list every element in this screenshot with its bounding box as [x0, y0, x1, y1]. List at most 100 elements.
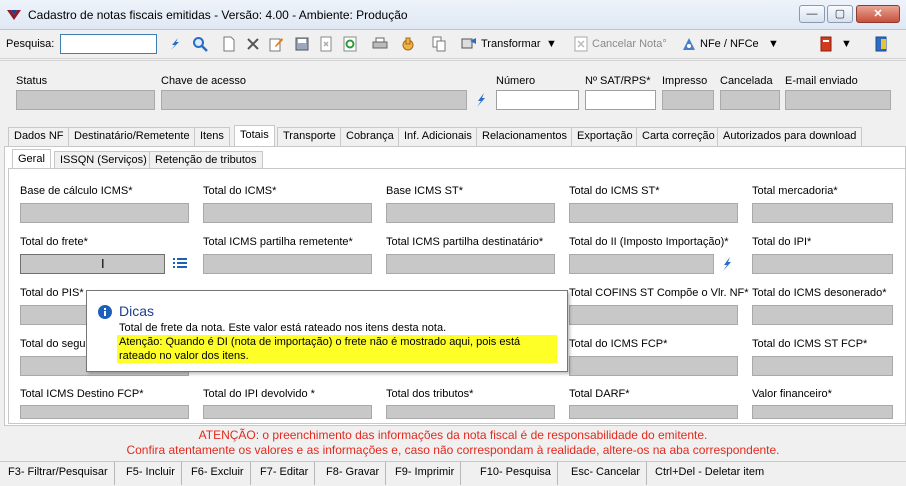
tab-totais[interactable]: Totais	[234, 125, 275, 146]
numero-label: Número	[496, 75, 536, 87]
flash-lookup-icon[interactable]	[474, 92, 488, 111]
total-cofins-st-field[interactable]	[569, 305, 738, 325]
total-cofins-st-label: Total COFINS ST Compõe o Vlr. NF*	[569, 287, 749, 299]
header-section: Status Chave de acesso Número Nº SAT/RPS…	[0, 60, 906, 124]
nfe-nfce-button[interactable]: NFe / NFCe	[700, 38, 759, 50]
total-icms-partilha-remetente-field[interactable]	[203, 254, 372, 274]
tab-transporte[interactable]: Transporte	[277, 127, 342, 146]
magnifier-icon[interactable]	[192, 36, 208, 52]
edit-pencil-icon[interactable]	[268, 36, 284, 52]
search-input[interactable]	[60, 34, 157, 54]
search-label: Pesquisa:	[6, 38, 55, 50]
total-icms-st-fcp-field[interactable]	[752, 356, 893, 376]
tab-inf-adicionais[interactable]: Inf. Adicionais	[398, 127, 478, 146]
cancel-note-icon[interactable]	[573, 36, 589, 52]
tab-relacionamentos[interactable]: Relacionamentos	[476, 127, 573, 146]
warning-line1: ATENÇÃO: o preenchimento das informações…	[198, 428, 708, 442]
tab-itens[interactable]: Itens	[194, 127, 230, 146]
tooltip: Dicas Total de frete da nota. Este valor…	[86, 290, 568, 372]
status-field[interactable]	[16, 90, 155, 110]
total-mercadoria-field[interactable]	[752, 203, 893, 223]
tab-carta-correcao[interactable]: Carta correção	[636, 127, 721, 146]
total-icms-destino-fcp-field[interactable]	[20, 405, 189, 419]
base-icms-st-label: Base ICMS ST*	[386, 185, 464, 197]
chevron-down-icon[interactable]: ▼	[841, 38, 852, 50]
transform-icon[interactable]	[461, 36, 477, 52]
sat-rps-field[interactable]	[585, 90, 656, 110]
impresso-field[interactable]	[662, 90, 714, 110]
sat-rps-label: Nº SAT/RPS*	[585, 75, 651, 87]
status-bar: F3- Filtrar/Pesquisar F5- Incluir F6- Ex…	[0, 461, 906, 486]
tab-cobranca[interactable]: Cobrança	[340, 127, 400, 146]
total-icms-st-field[interactable]	[569, 203, 738, 223]
responsibility-warning: ATENÇÃO: o preenchimento das informações…	[0, 428, 906, 458]
total-ipi-devolvido-field[interactable]	[203, 405, 372, 419]
tooltip-text: Total de frete da nota. Este valor está …	[119, 322, 447, 334]
email-enviado-label: E-mail enviado	[785, 75, 858, 87]
shortcut-ctrl-del: Ctrl+Del - Deletar item	[655, 466, 765, 478]
total-tributos-label: Total dos tributos*	[386, 388, 474, 400]
tooltip-warning: Atenção: Quando é DI (nota de importação…	[117, 335, 557, 363]
total-icms-partilha-destinatario-label: Total ICMS partilha destinatário*	[386, 236, 544, 248]
total-icms-partilha-remetente-label: Total ICMS partilha remetente*	[203, 236, 353, 248]
maximize-button[interactable]: ▢	[827, 5, 853, 23]
main-tab-row: Dados NF Destinatário/Remetente Itens To…	[0, 125, 906, 146]
total-icms-field[interactable]	[203, 203, 372, 223]
numero-field[interactable]	[496, 90, 579, 110]
exit-door-icon[interactable]	[874, 36, 890, 52]
tab-exportacao[interactable]: Exportação	[571, 127, 639, 146]
new-document-icon[interactable]	[221, 36, 237, 52]
list-icon[interactable]	[172, 256, 188, 273]
shortcut-f10: F10- Pesquisa	[474, 462, 558, 485]
total-icms-desonerado-label: Total do ICMS desonerado*	[752, 287, 887, 299]
total-ipi-devolvido-label: Total do IPI devolvido *	[203, 388, 315, 400]
text-cursor-icon: I	[101, 256, 105, 271]
print-icon[interactable]	[372, 36, 388, 52]
total-icms-destino-fcp-label: Total ICMS Destino FCP*	[20, 388, 144, 400]
copy-icon[interactable]	[431, 36, 447, 52]
total-icms-fcp-label: Total do ICMS FCP*	[569, 338, 668, 350]
book-icon[interactable]	[818, 36, 834, 52]
email-enviado-field[interactable]	[785, 90, 891, 110]
total-tributos-field[interactable]	[386, 405, 555, 419]
chevron-down-icon[interactable]: ▼	[546, 38, 557, 50]
chevron-down-icon[interactable]: ▼	[768, 38, 779, 50]
total-darf-field[interactable]	[569, 405, 738, 419]
total-frete-field[interactable]: I	[20, 254, 165, 274]
base-calculo-icms-field[interactable]	[20, 203, 189, 223]
base-icms-st-field[interactable]	[386, 203, 555, 223]
total-seguro-label: Total do segu	[20, 338, 86, 350]
shortcut-f6: F6- Excluir	[185, 462, 251, 485]
tab-geral[interactable]: Geral	[12, 149, 51, 170]
cancel-document-icon[interactable]	[318, 36, 334, 52]
base-calculo-icms-label: Base de cálculo ICMS*	[20, 185, 133, 197]
shortcut-f8: F8- Gravar	[320, 462, 387, 485]
chave-acesso-field[interactable]	[161, 90, 467, 110]
tab-dados-nf[interactable]: Dados NF	[8, 127, 70, 146]
tab-autorizados-download[interactable]: Autorizados para download	[717, 127, 863, 146]
flash-lookup-icon[interactable]	[720, 256, 734, 275]
delete-x-icon[interactable]	[245, 36, 261, 52]
flash-search-icon[interactable]	[167, 36, 183, 52]
total-icms-fcp-field[interactable]	[569, 356, 738, 376]
save-icon[interactable]	[294, 36, 310, 52]
transformar-button[interactable]: Transformar	[481, 38, 541, 50]
total-icms-desonerado-field[interactable]	[752, 305, 893, 325]
tooltip-warning-line1: Atenção: Quando é DI (nota de importação…	[119, 336, 521, 348]
total-ipi-field[interactable]	[752, 254, 893, 274]
valor-financeiro-label: Valor financeiro*	[752, 388, 832, 400]
total-ipi-label: Total do IPI*	[752, 236, 812, 248]
tab-destinatario[interactable]: Destinatário/Remetente	[68, 127, 196, 146]
cancelar-nota-button[interactable]: Cancelar Nota°	[592, 38, 667, 50]
close-button[interactable]: ✕	[856, 5, 900, 23]
shortcut-f7: F7- Editar	[254, 462, 316, 485]
hand-icon[interactable]	[400, 36, 416, 52]
valor-financeiro-field[interactable]	[752, 405, 893, 419]
cancelada-field[interactable]	[720, 90, 780, 110]
nfe-icon[interactable]	[681, 36, 697, 52]
refresh-icon[interactable]	[342, 36, 358, 52]
minimize-button[interactable]: —	[799, 5, 825, 23]
app-logo-icon	[6, 8, 22, 22]
total-icms-partilha-destinatario-field[interactable]	[386, 254, 555, 274]
total-ii-field[interactable]	[569, 254, 714, 274]
